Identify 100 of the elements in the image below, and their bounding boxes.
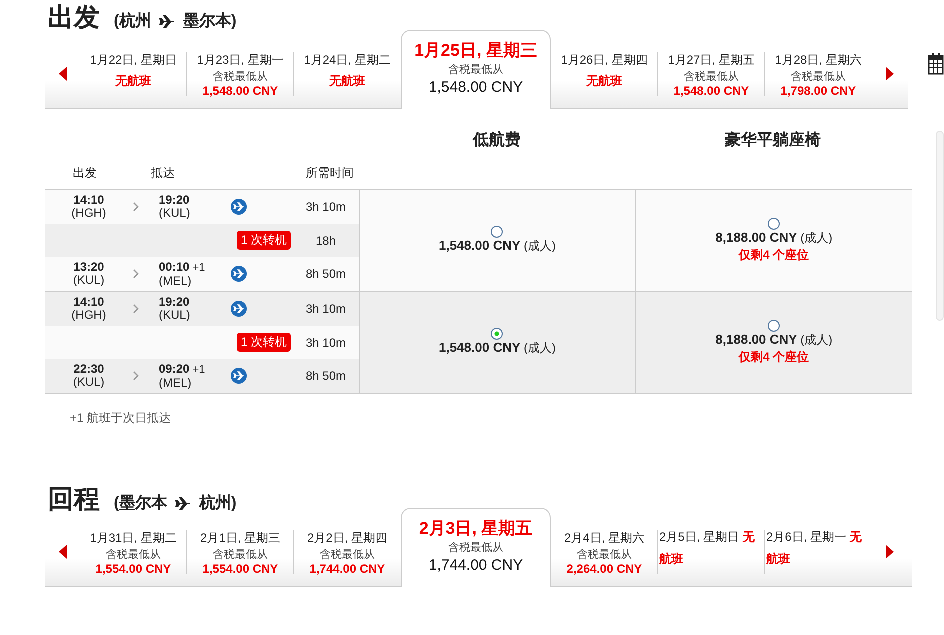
fare-radio[interactable] [768, 218, 780, 230]
price-caption: 含税最低从 [106, 548, 161, 562]
date-label: 1月22日, 星期日 [90, 52, 177, 69]
no-flights-label: 无航班 [586, 73, 622, 90]
flight-duration: 8h 50m [304, 267, 348, 281]
seats-left: 仅剩4 个座位 [739, 246, 810, 264]
lowest-price: 1,744.00 CNY [310, 562, 386, 576]
chevron-icon [133, 202, 139, 212]
date-label: 1月25日, 星期三 [414, 40, 538, 62]
column-header: 所需时间 [305, 165, 355, 182]
lowest-price: 1,548.00 CNY [428, 79, 524, 96]
flight-duration: 8h 50m [304, 369, 348, 383]
flight-duration: 3h 10m [304, 302, 348, 316]
date-tab[interactable]: 2月3日, 星期五 含税最低从 1,744.00 CNY [401, 508, 551, 587]
chevron-icon [133, 304, 139, 314]
section-title: 回程 [48, 483, 100, 516]
airport-code: (KUL) [73, 274, 105, 287]
airplane-icon [231, 199, 247, 215]
airplane-icon [159, 14, 176, 30]
arrival-time: 19:20 [159, 194, 190, 207]
lowest-price: 2,264.00 CNY [566, 562, 642, 576]
lowest-price: 1,554.00 CNY [202, 562, 278, 576]
departure-time: 13:20 [74, 261, 104, 274]
date-label: 2月3日, 星期五 [419, 518, 533, 540]
airport-code: (KUL) [73, 376, 105, 389]
airplane-icon [231, 368, 247, 384]
airport-code: (HGH) [72, 207, 106, 220]
airplane-icon [231, 266, 247, 282]
arrival-time: 09:20 [159, 362, 190, 376]
price-caption: 含税最低从 [684, 70, 739, 84]
date-tab[interactable]: 2月5日, 星期日 无航班 [658, 518, 765, 586]
next-day-mark: +1 [192, 364, 206, 376]
fare-radio[interactable] [491, 226, 504, 238]
lowest-price: 1,548.00 CNY [202, 84, 278, 98]
destination-city: 杭州) [199, 493, 237, 514]
no-flights-label: 无航班 [116, 73, 152, 90]
departure-time: 14:10 [74, 194, 104, 207]
date-tab[interactable]: 1月22日, 星期日 无航班 [80, 40, 187, 108]
price-caption: 含税最低从 [577, 548, 632, 562]
date-tab[interactable]: 2月2日, 星期四 含税最低从 1,744.00 CNY [294, 518, 401, 586]
date-label: 2月2日, 星期四 [307, 530, 388, 547]
fare-price: 1,548.00 CNY (成人) [438, 238, 556, 255]
fare-class-header: 豪华平躺座椅 [724, 130, 822, 150]
lowest-price: 1,548.00 CNY [674, 84, 750, 98]
airport-code: (MEL) [159, 376, 192, 390]
date-label: 2月4日, 星期六 [564, 530, 644, 547]
date-label: 1月27日, 星期五 [668, 52, 755, 69]
layover-duration: 3h 10m [304, 336, 348, 350]
lowest-price: 1,554.00 CNY [96, 562, 172, 576]
fare-class-header: 低航费 [472, 130, 522, 150]
airport-code: (KUL) [159, 207, 190, 220]
price-caption: 含税最低从 [320, 548, 375, 562]
airport-code: (MEL) [159, 274, 192, 288]
connection-badge: 1 次转机 [236, 333, 291, 352]
arrival-time: 19:20 [159, 296, 190, 309]
date-tab[interactable]: 1月24日, 星期二 无航班 [294, 40, 401, 108]
date-tab[interactable]: 1月28日, 星期六 含税最低从 1,798.00 CNY [765, 40, 872, 108]
price-caption: 含税最低从 [791, 70, 846, 84]
date-label: 1月31日, 星期二 [90, 530, 177, 547]
airplane-icon [175, 496, 192, 512]
airplane-icon [231, 301, 247, 317]
no-flights-label: 无航班 [330, 73, 366, 90]
chevron-icon [133, 269, 139, 279]
departure-time: 22:30 [74, 363, 104, 376]
calendar-icon[interactable] [928, 53, 944, 75]
column-header: 抵达 [150, 165, 176, 182]
fare-radio[interactable] [768, 320, 780, 332]
date-label: 1月24日, 星期二 [304, 52, 391, 69]
origin-city: (墨尔本 [114, 494, 168, 514]
chevron-icon [133, 371, 139, 381]
date-label: 1月26日, 星期四 [561, 52, 648, 69]
date-tab[interactable]: 1月25日, 星期三 含税最低从 1,548.00 CNY [401, 30, 551, 109]
price-caption: 含税最低从 [448, 541, 504, 555]
date-label: 1月23日, 星期一 [197, 52, 284, 69]
date-tab[interactable]: 2月1日, 星期三 含税最低从 1,554.00 CNY [187, 518, 294, 586]
fare-price: 1,548.00 CNY (成人) [438, 340, 556, 357]
fare-price: 8,188.00 CNY (成人) [716, 230, 833, 246]
layover-duration: 18h [314, 234, 338, 248]
date-tab[interactable]: 2月4日, 星期六 含税最低从 2,264.00 CNY [551, 518, 658, 586]
footnote: +1 航班于次日抵达 [69, 410, 172, 427]
seats-left: 仅剩4 个座位 [739, 348, 810, 366]
date-label: 1月28日, 星期六 [775, 52, 862, 69]
date-label: 2月6日, 星期一 无航班 [766, 529, 863, 568]
date-label: 2月5日, 星期日 无航班 [660, 529, 756, 568]
destination-city: 墨尔本) [183, 12, 237, 32]
connection-badge: 1 次转机 [236, 231, 291, 250]
departure-time: 14:10 [74, 296, 104, 309]
section-title: 出发 [48, 1, 100, 34]
date-tab[interactable]: 1月23日, 星期一 含税最低从 1,548.00 CNY [187, 40, 294, 108]
flight-duration: 3h 10m [304, 200, 348, 214]
date-tab[interactable]: 2月6日, 星期一 无航班 [765, 518, 872, 586]
fare-price: 8,188.00 CNY (成人) [716, 332, 833, 348]
date-tab[interactable]: 1月31日, 星期二 含税最低从 1,554.00 CNY [80, 518, 187, 586]
lowest-price: 1,798.00 CNY [780, 84, 856, 98]
airport-code: (KUL) [159, 309, 190, 322]
next-day-mark: +1 [192, 262, 206, 274]
price-caption: 含税最低从 [448, 63, 504, 77]
date-tab[interactable]: 1月27日, 星期五 含税最低从 1,548.00 CNY [658, 40, 765, 108]
fare-radio[interactable] [491, 328, 504, 340]
date-tab[interactable]: 1月26日, 星期四 无航班 [551, 40, 658, 108]
